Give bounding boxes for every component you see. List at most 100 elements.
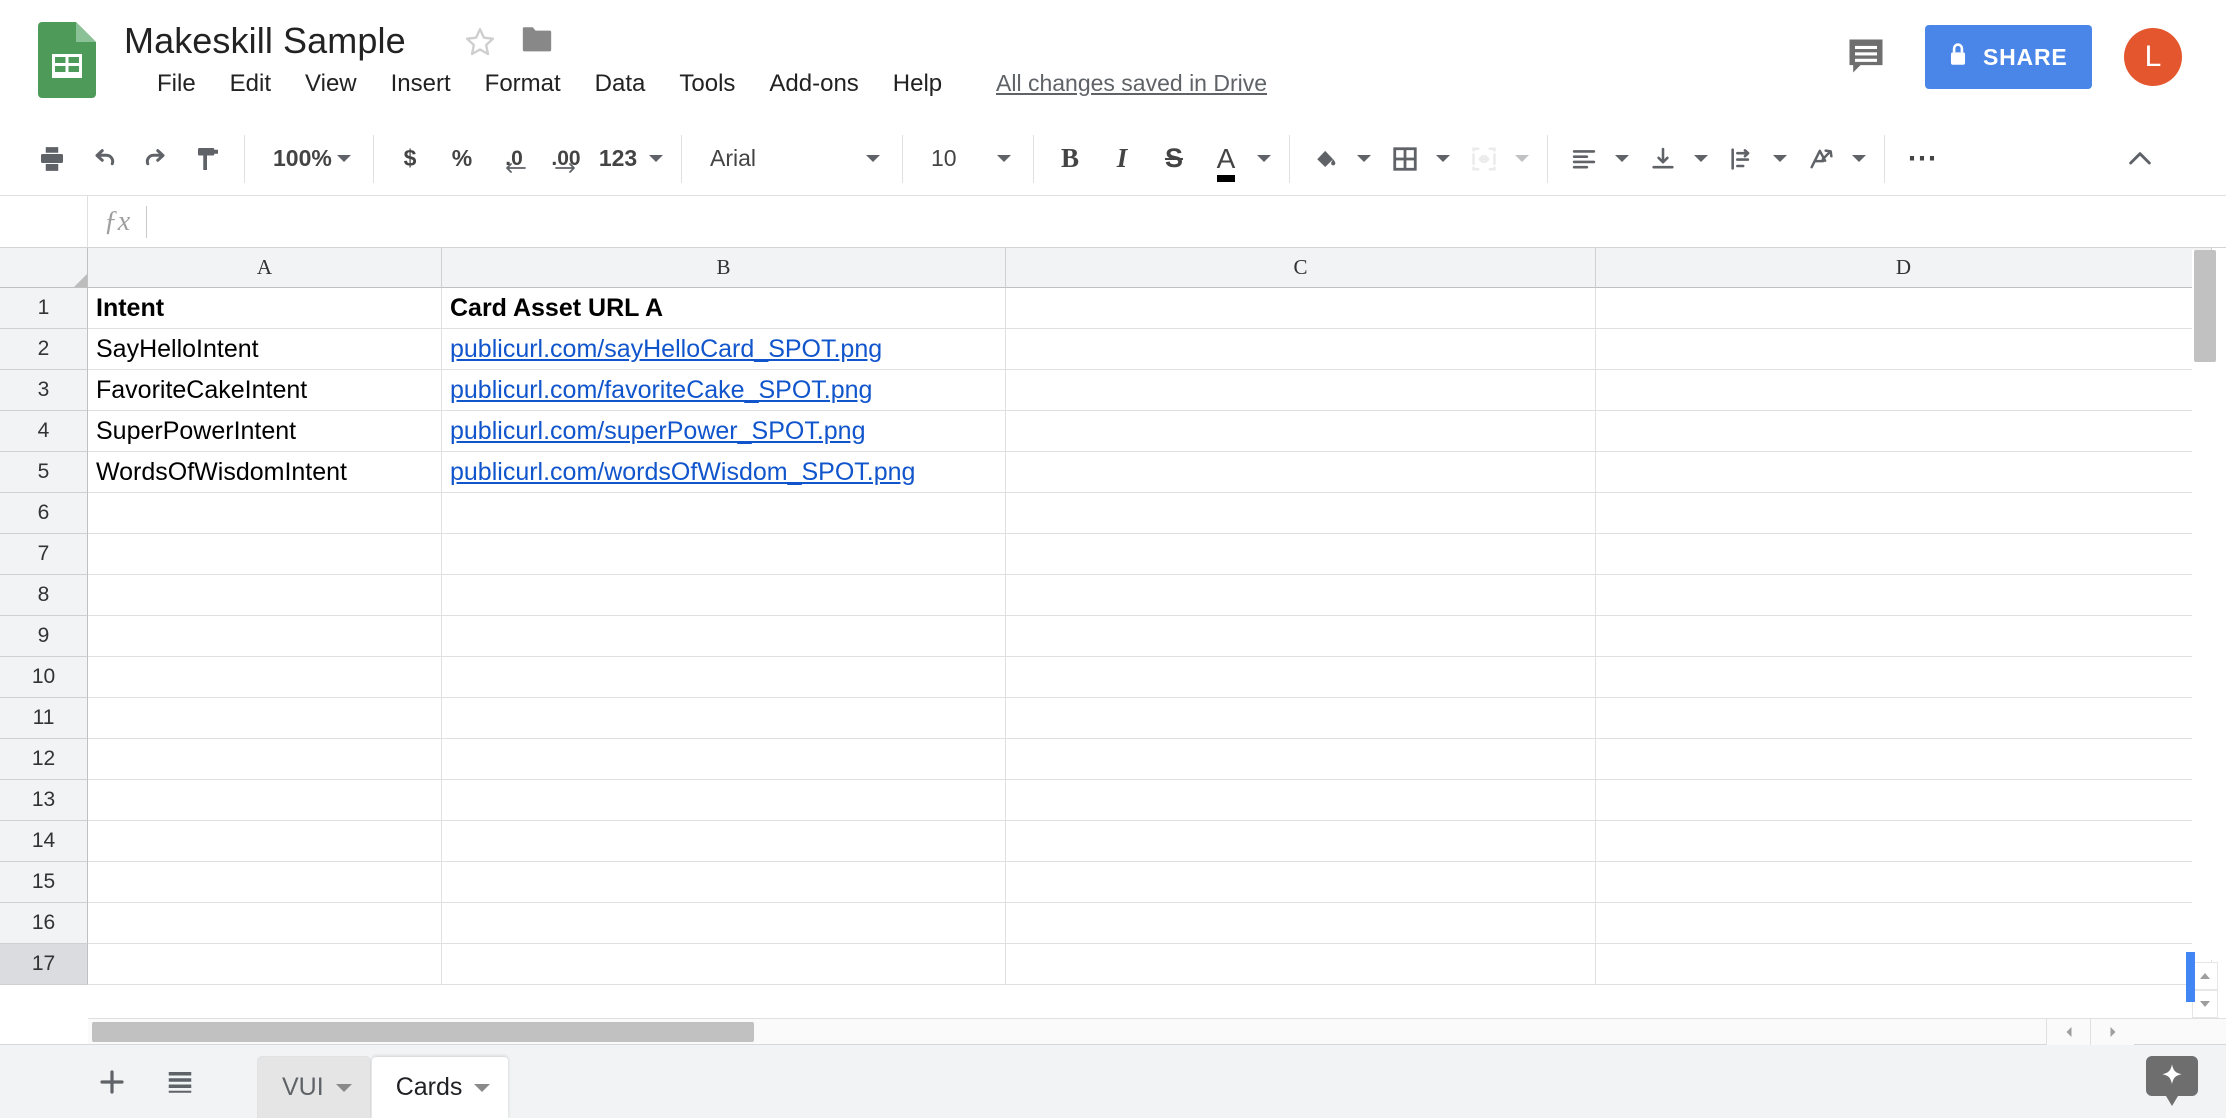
cell-C4[interactable] (1006, 411, 1596, 452)
cell-C1[interactable] (1006, 288, 1596, 329)
row-header-7[interactable]: 7 (0, 534, 88, 575)
horizontal-scrollbar[interactable] (88, 1018, 2226, 1044)
decrease-decimal-button[interactable]: .0 (488, 133, 540, 185)
star-outline-icon[interactable] (462, 24, 498, 60)
cell-C11[interactable] (1006, 698, 1596, 739)
more-options-button[interactable]: ⋯ (1895, 133, 1951, 185)
menu-item-help[interactable]: Help (876, 66, 959, 102)
column-header-c[interactable]: C (1006, 248, 1596, 288)
cell-C3[interactable] (1006, 370, 1596, 411)
cell-A11[interactable] (88, 698, 442, 739)
menu-item-format[interactable]: Format (468, 66, 578, 102)
text-color-button[interactable]: A (1200, 133, 1279, 185)
cell-B3[interactable]: publicurl.com/favoriteCake_SPOT.png (442, 370, 1006, 411)
cell-B4[interactable]: publicurl.com/superPower_SPOT.png (442, 411, 1006, 452)
cell-D10[interactable] (1596, 657, 2212, 698)
cell-D11[interactable] (1596, 698, 2212, 739)
cell-D15[interactable] (1596, 862, 2212, 903)
function-icon[interactable]: ƒx (88, 206, 146, 238)
row-header-14[interactable]: 14 (0, 821, 88, 862)
redo-icon[interactable] (130, 133, 182, 185)
cell-B15[interactable] (442, 862, 1006, 903)
column-header-d[interactable]: D (1596, 248, 2212, 288)
cell-B9[interactable] (442, 616, 1006, 657)
explore-sparkle-icon[interactable] (2146, 1056, 2198, 1106)
save-status-link[interactable]: All changes saved in Drive (996, 70, 1267, 97)
cell-A1[interactable]: Intent (88, 288, 442, 329)
text-wrapping-button[interactable] (1716, 133, 1795, 185)
cell-D3[interactable] (1596, 370, 2212, 411)
cell-D5[interactable] (1596, 452, 2212, 493)
row-header-10[interactable]: 10 (0, 657, 88, 698)
cell-A3[interactable]: FavoriteCakeIntent (88, 370, 442, 411)
cell-D16[interactable] (1596, 903, 2212, 944)
cell-A7[interactable] (88, 534, 442, 575)
cell-A9[interactable] (88, 616, 442, 657)
cell-D2[interactable] (1596, 329, 2212, 370)
row-header-2[interactable]: 2 (0, 329, 88, 370)
menu-item-edit[interactable]: Edit (213, 66, 288, 102)
cell-A14[interactable] (88, 821, 442, 862)
scroll-right-arrow-icon[interactable] (2090, 1019, 2134, 1045)
vertical-scrollbar-thumb[interactable] (2194, 250, 2216, 362)
menu-item-view[interactable]: View (288, 66, 374, 102)
cell-C7[interactable] (1006, 534, 1596, 575)
row-header-11[interactable]: 11 (0, 698, 88, 739)
sheet-tab-vui[interactable]: VUI (258, 1057, 370, 1118)
cell-link[interactable]: publicurl.com/sayHelloCard_SPOT.png (450, 335, 882, 364)
sheet-tab-cards[interactable]: Cards (372, 1057, 509, 1118)
cell-B13[interactable] (442, 780, 1006, 821)
menu-item-file[interactable]: File (140, 66, 213, 102)
cell-A5[interactable]: WordsOfWisdomIntent (88, 452, 442, 493)
cell-C13[interactable] (1006, 780, 1596, 821)
cell-B17[interactable] (442, 944, 1006, 985)
chevron-down-icon[interactable] (474, 1084, 490, 1092)
cell-B7[interactable] (442, 534, 1006, 575)
cell-A2[interactable]: SayHelloIntent (88, 329, 442, 370)
fill-color-button[interactable] (1300, 133, 1379, 185)
menu-item-insert[interactable]: Insert (374, 66, 468, 102)
cell-link[interactable]: publicurl.com/favoriteCake_SPOT.png (450, 376, 872, 405)
cell-C16[interactable] (1006, 903, 1596, 944)
cell-B14[interactable] (442, 821, 1006, 862)
row-header-8[interactable]: 8 (0, 575, 88, 616)
row-header-15[interactable]: 15 (0, 862, 88, 903)
cell-A15[interactable] (88, 862, 442, 903)
cell-link[interactable]: publicurl.com/superPower_SPOT.png (450, 417, 865, 446)
row-header-3[interactable]: 3 (0, 370, 88, 411)
row-header-6[interactable]: 6 (0, 493, 88, 534)
cell-B5[interactable]: publicurl.com/wordsOfWisdom_SPOT.png (442, 452, 1006, 493)
cell-A16[interactable] (88, 903, 442, 944)
cell-A17[interactable] (88, 944, 442, 985)
row-header-17[interactable]: 17 (0, 944, 88, 985)
chevron-up-icon[interactable] (2114, 133, 2166, 185)
cell-D7[interactable] (1596, 534, 2212, 575)
currency-format-button[interactable]: $ (384, 133, 436, 185)
font-family-selector[interactable]: Arial (692, 133, 892, 185)
cell-B16[interactable] (442, 903, 1006, 944)
cell-D17[interactable] (1596, 944, 2212, 985)
cell-B12[interactable] (442, 739, 1006, 780)
cell-C6[interactable] (1006, 493, 1596, 534)
row-header-5[interactable]: 5 (0, 452, 88, 493)
row-header-12[interactable]: 12 (0, 739, 88, 780)
cell-B1[interactable]: Card Asset URL A (442, 288, 1006, 329)
paint-format-icon[interactable] (182, 133, 234, 185)
comment-icon[interactable] (1843, 34, 1889, 78)
cell-D8[interactable] (1596, 575, 2212, 616)
cell-D12[interactable] (1596, 739, 2212, 780)
cell-B10[interactable] (442, 657, 1006, 698)
cell-C10[interactable] (1006, 657, 1596, 698)
cell-A10[interactable] (88, 657, 442, 698)
cell-D13[interactable] (1596, 780, 2212, 821)
row-header-9[interactable]: 9 (0, 616, 88, 657)
cell-A8[interactable] (88, 575, 442, 616)
percent-format-button[interactable]: % (436, 133, 488, 185)
row-header-4[interactable]: 4 (0, 411, 88, 452)
cell-A6[interactable] (88, 493, 442, 534)
vertical-align-button[interactable] (1637, 133, 1716, 185)
cell-D6[interactable] (1596, 493, 2212, 534)
row-header-16[interactable]: 16 (0, 903, 88, 944)
cell-link[interactable]: publicurl.com/wordsOfWisdom_SPOT.png (450, 458, 915, 487)
bold-button[interactable]: B (1044, 133, 1096, 185)
